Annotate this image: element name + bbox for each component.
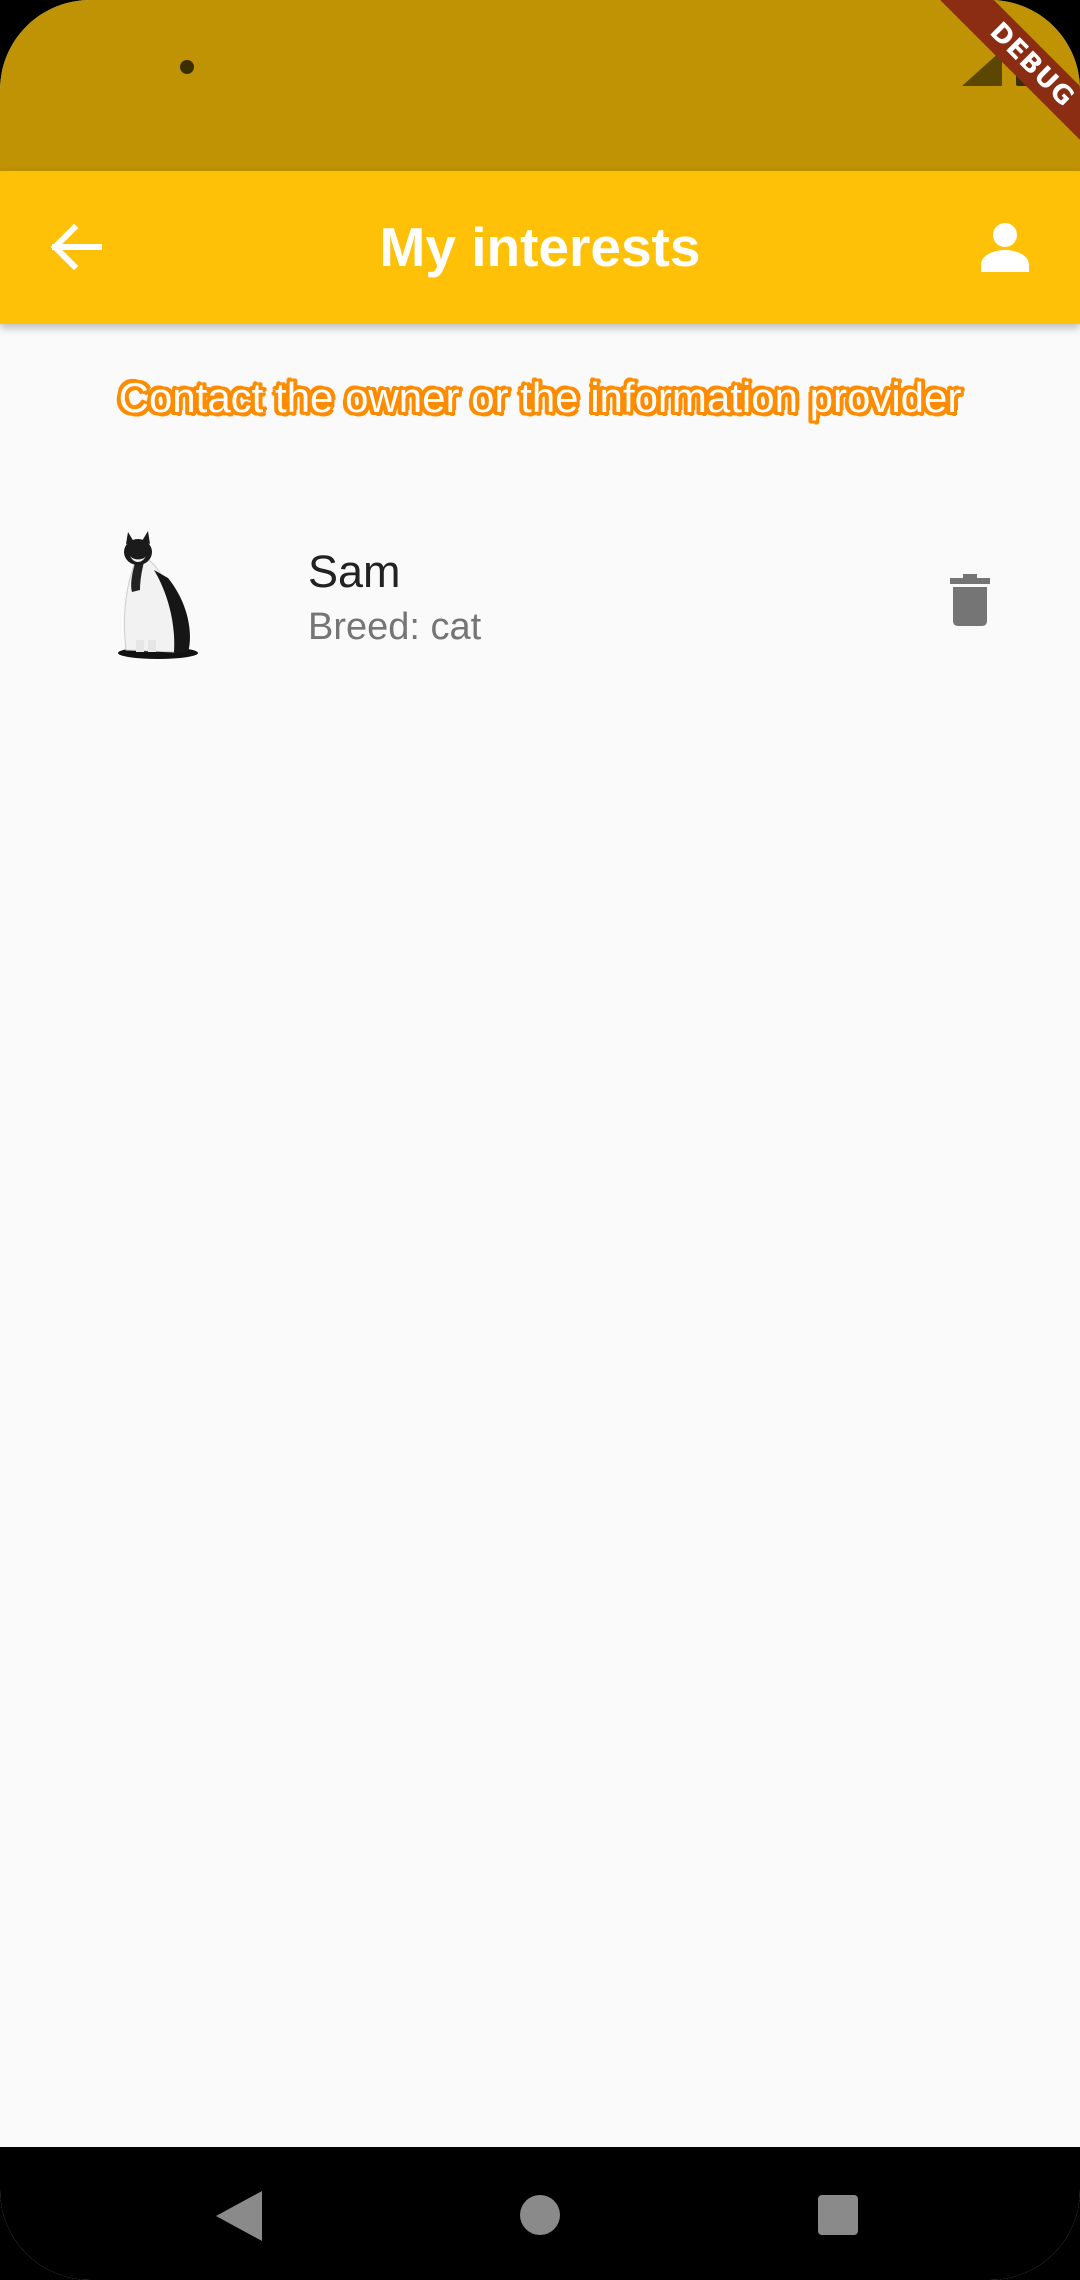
phone-screen: My interests Contact the owner or the in…	[0, 0, 1080, 2280]
page-title: My interests	[379, 216, 701, 278]
profile-button[interactable]	[960, 205, 1050, 289]
trash-icon	[950, 574, 990, 626]
app-bar: My interests	[0, 171, 1080, 324]
signal-icon	[962, 50, 1002, 86]
delete-button[interactable]	[930, 560, 1010, 640]
home-circle-icon[interactable]	[520, 2195, 560, 2235]
recents-square-icon[interactable]	[818, 2195, 858, 2235]
cat-photo	[118, 531, 198, 659]
back-triangle-icon[interactable]	[216, 2191, 262, 2241]
system-nav-bar	[0, 2147, 1080, 2280]
interest-list-item[interactable]: Sam Breed: cat	[0, 500, 1080, 700]
contact-hint-text: Contact the owner or the information pro…	[118, 374, 962, 421]
status-bar	[0, 0, 1080, 171]
pet-name: Sam	[308, 546, 401, 597]
arrow-back-icon	[50, 224, 102, 270]
camera-cutout	[180, 60, 194, 74]
person-icon	[981, 223, 1029, 272]
pet-breed: Breed: cat	[308, 606, 482, 648]
battery-icon	[1016, 44, 1040, 86]
back-button[interactable]	[40, 201, 112, 293]
